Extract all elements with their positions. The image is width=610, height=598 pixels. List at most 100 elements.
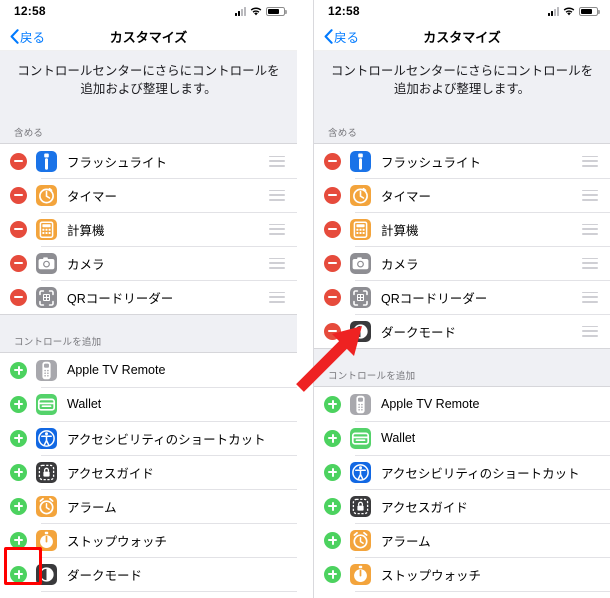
list-item[interactable]: 計算機 [314, 212, 610, 247]
list-item[interactable]: フラッシュライト [0, 144, 297, 179]
page-description: コントロールセンターにさらにコントロールを追加および整理します。 [0, 51, 297, 109]
reorder-handle-icon[interactable] [582, 257, 598, 269]
reorder-handle-icon[interactable] [582, 223, 598, 235]
battery-icon [579, 6, 600, 16]
reorder-handle-icon[interactable] [269, 257, 285, 269]
list-item[interactable]: QRコードリーダー [0, 280, 297, 315]
chevron-left-icon [324, 28, 333, 44]
back-button[interactable]: 戻る [10, 27, 45, 46]
list-item[interactable]: ダークモード [314, 314, 610, 349]
reorder-handle-icon[interactable] [269, 189, 285, 201]
remove-control-button[interactable] [10, 288, 27, 306]
section-header-include: 含める [0, 119, 297, 144]
list-item-label: アクセシビリティのショートカット [67, 432, 266, 447]
list-item[interactable]: 計算機 [0, 212, 297, 247]
list-item-label: アラーム [67, 500, 117, 515]
wallet-icon [36, 393, 57, 415]
add-control-button[interactable] [324, 429, 341, 447]
remove-control-button[interactable] [324, 254, 341, 272]
add-control-button[interactable] [10, 565, 27, 583]
list-item[interactable]: アクセシビリティのショートカット [0, 421, 297, 456]
add-control-button[interactable] [10, 395, 27, 413]
list-item[interactable]: タイマー [0, 178, 297, 213]
status-indicators [548, 6, 600, 16]
list-item-label: Apple TV Remote [381, 397, 480, 412]
settings-scroll-view[interactable]: コントロールセンターにさらにコントロールを追加および整理します。 含める フラッ… [314, 51, 610, 598]
list-item-label: Apple TV Remote [67, 363, 166, 378]
list-item[interactable]: Wallet [314, 421, 610, 456]
settings-scroll-view[interactable]: コントロールセンターにさらにコントロールを追加および整理します。 含める フラッ… [0, 51, 297, 598]
list-item-label: 計算機 [381, 223, 419, 238]
list-item[interactable]: テキストサイズ [0, 591, 297, 598]
remove-control-button[interactable] [324, 322, 341, 340]
back-label: 戻る [20, 30, 46, 45]
remove-control-button[interactable] [10, 186, 27, 204]
list-item[interactable]: フラッシュライト [314, 144, 610, 179]
add-control-button[interactable] [10, 497, 27, 515]
battery-icon [266, 6, 287, 16]
list-item[interactable]: カメラ [314, 246, 610, 281]
back-button[interactable]: 戻る [324, 27, 359, 46]
reorder-handle-icon[interactable] [582, 189, 598, 201]
add-controls-list: Apple TV Remote Wallet アクセシビリティのショートカットアクセ… [0, 352, 297, 598]
list-item[interactable]: ダークモード [0, 557, 297, 592]
camera-icon [36, 252, 57, 274]
reorder-handle-icon[interactable] [269, 291, 285, 303]
reorder-handle-icon[interactable] [269, 223, 285, 235]
list-item-label: アクセシビリティのショートカット [381, 466, 580, 481]
list-item[interactable]: アラーム [314, 523, 610, 558]
list-item-label: アラーム [381, 534, 431, 549]
add-control-button[interactable] [10, 429, 27, 447]
remove-control-button[interactable] [324, 220, 341, 238]
phone-panel-after: 12:58 戻る カスタマイズ コントロールセンターにさらにコントロールを追加お… [313, 0, 610, 598]
section-header-add: コントロールを追加 [0, 328, 297, 353]
remove-control-button[interactable] [10, 254, 27, 272]
add-control-button[interactable] [10, 463, 27, 481]
status-indicators [235, 6, 287, 16]
list-item[interactable]: アラーム [0, 489, 297, 524]
list-item-label: フラッシュライト [381, 155, 482, 170]
add-control-button[interactable] [324, 497, 341, 515]
remove-control-button[interactable] [10, 220, 27, 238]
dark-mode-icon [36, 563, 57, 585]
signal-icon [548, 6, 559, 16]
reorder-handle-icon[interactable] [269, 155, 285, 167]
guided-access-icon [36, 461, 57, 483]
list-item[interactable]: アクセスガイド [0, 455, 297, 490]
comparison-screenshot: 12:58 戻る カスタマイズ コントロールセンターにさらにコントロールを追加お… [0, 0, 610, 598]
list-item[interactable]: Apple TV Remote [0, 353, 297, 388]
add-control-button[interactable] [324, 531, 341, 549]
remove-control-button[interactable] [10, 152, 27, 170]
list-item-label: アクセスガイド [381, 500, 468, 515]
add-control-button[interactable] [324, 565, 341, 583]
add-control-button[interactable] [324, 395, 341, 413]
list-item[interactable]: QRコードリーダー [314, 280, 610, 315]
list-item[interactable]: Wallet [0, 387, 297, 422]
add-controls-list: Apple TV Remote Wallet アクセシビリティのショートカット アクセ… [314, 386, 610, 598]
list-item[interactable]: タイマー [314, 178, 610, 213]
list-item-label: カメラ [67, 257, 105, 272]
spacer [314, 349, 610, 363]
list-item[interactable]: ストップウォッチ [314, 557, 610, 592]
add-control-button[interactable] [10, 531, 27, 549]
list-item-label: ストップウォッチ [381, 568, 482, 583]
reorder-handle-icon[interactable] [582, 325, 598, 337]
remove-control-button[interactable] [324, 152, 341, 170]
add-control-button[interactable] [10, 361, 27, 379]
remove-control-button[interactable] [324, 288, 341, 306]
remove-control-button[interactable] [324, 186, 341, 204]
wifi-icon [250, 6, 262, 16]
list-item[interactable]: テキストサイズ [314, 591, 610, 598]
list-item-label: Wallet [67, 397, 102, 412]
reorder-handle-icon[interactable] [582, 291, 598, 303]
list-item[interactable]: アクセシビリティのショートカット [314, 455, 610, 490]
guided-access-icon [350, 495, 371, 517]
list-item[interactable]: カメラ [0, 246, 297, 281]
alarm-icon [36, 495, 57, 517]
list-item[interactable]: アクセスガイド [314, 489, 610, 524]
add-control-button[interactable] [324, 463, 341, 481]
alarm-icon [350, 529, 371, 551]
list-item[interactable]: Apple TV Remote [314, 387, 610, 422]
reorder-handle-icon[interactable] [582, 155, 598, 167]
list-item[interactable]: ストップウォッチ [0, 523, 297, 558]
